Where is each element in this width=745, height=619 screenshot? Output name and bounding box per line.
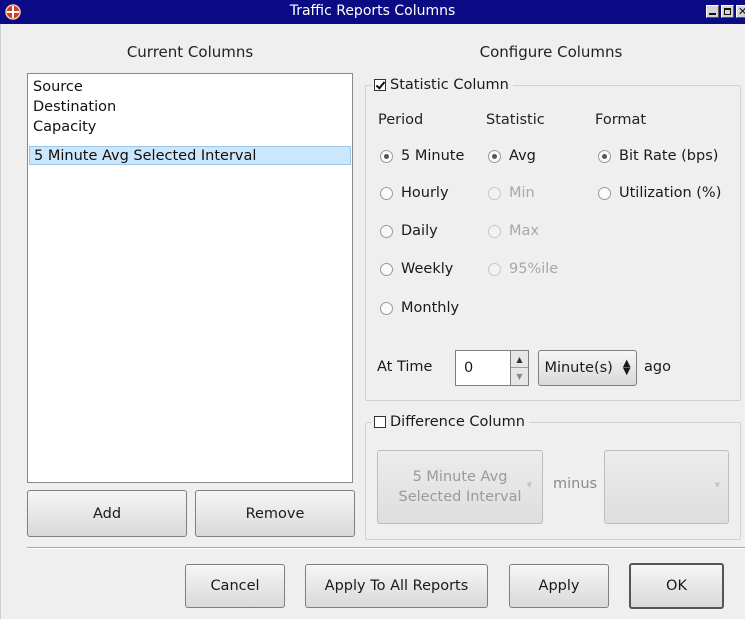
difference-column-checkbox[interactable] [374,416,386,428]
statistic-header: Statistic [486,112,545,128]
time-input[interactable]: 0 [455,350,510,386]
maximize-button[interactable] [721,5,734,18]
minimize-icon [709,13,716,15]
period-option-daily[interactable]: Daily [380,221,438,241]
maximize-icon [724,8,731,15]
minus-label: minus [553,476,598,492]
current-columns-header: Current Columns [126,43,254,61]
statistic-option-max: Max [488,221,539,241]
radio-label: Daily [401,223,438,239]
radio-label: 95%ile [509,261,559,277]
difference-left-select-line2: Selected Interval [398,489,522,505]
list-item[interactable]: Destination [29,98,351,117]
cancel-button-label: Cancel [210,578,260,594]
difference-left-select: 5 Minute Avg Selected Interval ▼ [377,450,543,524]
chevron-down-icon: ▼ [714,481,720,489]
close-icon: ✕ [738,5,745,18]
window-title: Traffic Reports Columns [289,3,456,19]
difference-right-select: ▼ [604,450,729,524]
time-spinner[interactable]: ▲ ▼ [510,350,529,386]
spin-up-icon[interactable]: ▲ [511,351,528,368]
apply-to-all-reports-label: Apply To All Reports [324,578,469,594]
ok-button-label: OK [666,578,687,594]
apply-button[interactable]: Apply [509,564,609,608]
list-item[interactable]: Capacity [29,118,351,137]
list-item-label: Destination [33,99,117,115]
add-button-label: Add [92,505,122,522]
format-option-bit-rate[interactable]: Bit Rate (bps) [598,146,718,166]
minimize-button[interactable] [706,5,719,18]
statistic-column-label: Statistic Column [390,77,509,93]
radio-label: Min [509,185,535,201]
app-icon[interactable] [4,3,22,21]
radio-icon [488,186,501,200]
statistic-option-avg[interactable]: Avg [488,146,536,166]
radio-icon[interactable] [380,301,393,315]
chevron-down-icon: ▼ [526,481,532,489]
time-unit-value: Minute(s) [544,360,613,376]
spin-down-icon[interactable]: ▼ [511,368,528,385]
apply-button-label: Apply [538,578,580,594]
add-button[interactable]: Add [27,490,187,537]
period-header: Period [378,112,424,128]
ok-button[interactable]: OK [629,563,724,609]
apply-to-all-reports-button[interactable]: Apply To All Reports [305,564,488,608]
radio-icon[interactable] [380,262,393,276]
footer-separator [27,547,745,549]
radio-label: Max [509,223,539,239]
radio-icon [488,262,501,276]
radio-icon [488,224,501,238]
statistic-column-toggle[interactable]: Statistic Column [372,75,513,95]
difference-left-select-line1: 5 Minute Avg [412,469,508,485]
statistic-option-95ile: 95%ile [488,259,558,279]
at-time-label: At Time [377,359,433,375]
period-option-5-minute[interactable]: 5 Minute [380,146,464,166]
radio-label: Weekly [401,261,454,277]
close-button[interactable]: ✕ [736,5,745,18]
difference-column-label: Difference Column [390,414,525,430]
list-item-selected[interactable]: 5 Minute Avg Selected Interval [29,146,351,165]
radio-icon[interactable] [380,149,393,163]
statistic-option-min: Min [488,183,535,203]
list-item-label: 5 Minute Avg Selected Interval [34,148,257,164]
ago-label: ago [644,359,671,375]
statistic-column-checkbox[interactable] [374,79,386,91]
select-arrows-icon: ▲ ▼ [622,358,631,377]
format-header: Format [595,112,647,128]
radio-icon[interactable] [488,149,501,163]
list-item[interactable]: Source [29,78,351,97]
cancel-button[interactable]: Cancel [185,564,285,608]
radio-label: 5 Minute [401,148,465,164]
remove-button-label: Remove [245,505,305,522]
radio-label: Hourly [401,185,449,201]
radio-label: Bit Rate (bps) [619,148,719,164]
format-option-utilization[interactable]: Utilization (%) [598,183,721,203]
time-unit-select[interactable]: Minute(s) ▲ ▼ [538,350,637,386]
radio-icon[interactable] [380,224,393,238]
difference-column-toggle[interactable]: Difference Column [372,412,529,432]
radio-icon[interactable] [598,186,611,200]
remove-button[interactable]: Remove [195,490,355,537]
configure-columns-header: Configure Columns [479,43,623,61]
radio-label: Utilization (%) [619,185,722,201]
list-item-label: Capacity [33,119,97,135]
period-option-monthly[interactable]: Monthly [380,298,459,318]
radio-icon[interactable] [380,186,393,200]
list-item-label: Source [33,79,83,95]
radio-label: Avg [509,148,536,164]
radio-label: Monthly [401,300,460,316]
period-option-weekly[interactable]: Weekly [380,259,453,279]
current-columns-list[interactable]: Source Destination Capacity 5 Minute Avg… [27,73,353,483]
period-option-hourly[interactable]: Hourly [380,183,449,203]
radio-icon[interactable] [598,149,611,163]
